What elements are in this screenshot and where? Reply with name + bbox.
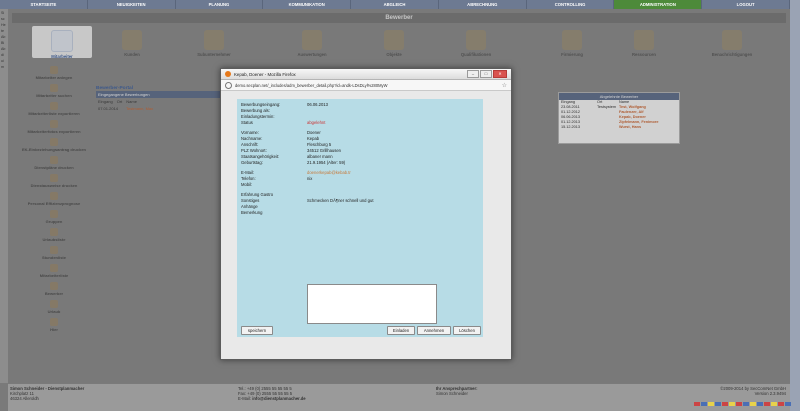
nav-startseite[interactable]: STARTSEITE [0, 0, 88, 9]
flag-icon[interactable] [750, 402, 756, 406]
field-value [307, 182, 479, 188]
field-bemerkung: Bemerkung [241, 210, 479, 216]
flag-icon[interactable] [764, 402, 770, 406]
delete-button[interactable]: Löschen [453, 326, 481, 335]
footer-email-line: E-Mail: info@dienstplanmacher.de [238, 396, 306, 401]
footer-ansprechpartner: Ihr Ansprechpartner: Simon Schneider [436, 386, 478, 396]
nav-abrechnung[interactable]: ABRECHNUNG [439, 0, 527, 9]
field-label: Status [241, 120, 253, 125]
left-strip-text-10: m [1, 65, 4, 69]
flag-icon[interactable] [778, 402, 784, 406]
flag-icon[interactable] [785, 402, 791, 406]
window-controls: – □ ✕ [467, 70, 507, 78]
url-bar[interactable]: demo.secplan.net/_includes/adm_bewerber_… [221, 80, 511, 91]
footer-contact-name: Simon Schneider [436, 391, 468, 396]
maximize-button[interactable]: □ [480, 70, 492, 78]
field-label: Mobil: [241, 182, 253, 187]
left-strip-text-9: ui [1, 59, 4, 63]
left-strip-text-7: Ab [1, 47, 6, 51]
left-strip-text-8: di [1, 53, 4, 57]
field-label: Bemerkung [241, 210, 263, 215]
footer-email-label: E-Mail: [238, 396, 252, 401]
nav-administration[interactable]: ADMINISTRATION [614, 0, 703, 9]
left-strip-text-5: Ab [1, 35, 6, 39]
window-title: Kepab, Doener - Mozilla Firefox [234, 71, 296, 77]
footer-city: 46324 Alleroldh [10, 396, 39, 401]
left-strip-text-1: Si [1, 11, 5, 15]
footer-version: Version 2.3.9494 [754, 391, 786, 396]
status-value: abgelehnt [307, 120, 326, 125]
nav-logout[interactable]: LOGOUT [702, 0, 791, 9]
url-text[interactable]: demo.secplan.net/_includes/adm_bewerber_… [235, 83, 387, 88]
nav-neuigkeiten[interactable]: NEUIGKEITEN [88, 0, 176, 9]
top-navbar: STARTSEITE NEUIGKEITEN PLANUNG KOMMUNIKA… [0, 0, 791, 9]
left-strip-text-6: Bi [1, 41, 5, 45]
flag-icon[interactable] [743, 402, 749, 406]
footer: Simon Schneider - Dienstplanmacher Kirch… [8, 384, 790, 411]
star-icon[interactable]: ☆ [502, 82, 507, 89]
flag-icon[interactable] [708, 402, 714, 406]
bemerkung-textarea[interactable] [307, 284, 437, 324]
nav-controlling[interactable]: CONTROLLING [527, 0, 615, 9]
left-strip-text-2: sc [1, 17, 5, 21]
footer-email[interactable]: info@dienstplanmacher.de [252, 396, 305, 401]
firefox-icon [225, 71, 231, 77]
flag-icon[interactable] [722, 402, 728, 406]
nav-abgleich[interactable]: ABGLEICH [351, 0, 439, 9]
footer-copyright: ©2009-2014 by SecComNet GmbH Version 2.3… [698, 386, 786, 396]
field-label: Geburtstag: [241, 160, 263, 165]
field-geburtstag: Geburtstag: 21.9.1954 (Alter: 59) [241, 160, 479, 166]
close-button[interactable]: ✕ [493, 70, 507, 78]
right-scroll-strip [790, 0, 800, 411]
flag-icon[interactable] [771, 402, 777, 406]
accept-button[interactable]: Annehmen [417, 326, 451, 335]
flag-icon[interactable] [694, 402, 700, 406]
field-mobil: Mobil: [241, 182, 479, 188]
save-button[interactable]: speichern [241, 326, 273, 335]
nav-kommunikation[interactable]: KOMMUNIKATION [263, 0, 352, 9]
flag-icon[interactable] [701, 402, 707, 406]
invite-button[interactable]: Einladen [387, 326, 415, 335]
flag-icon[interactable] [729, 402, 735, 406]
footer-contact-info: Tel.: +49 (0) 2555 55 55 55 5 Fax: +49 (… [238, 386, 306, 401]
minimize-button[interactable]: – [467, 70, 479, 78]
field-value: 21.9.1954 (Alter: 59) [307, 160, 346, 165]
applicant-form: Bewerbungseingang: 06.06.2013 Bewerbung a… [241, 102, 479, 216]
language-flags[interactable] [694, 402, 791, 406]
globe-icon [225, 81, 232, 89]
window-titlebar[interactable]: Kepab, Doener - Mozilla Firefox – □ ✕ [221, 69, 511, 80]
field-value [307, 210, 479, 216]
footer-address: Simon Schneider - Dienstplanmacher Kirch… [10, 386, 84, 401]
left-strip-text-3: He [1, 23, 6, 27]
flag-icon[interactable] [736, 402, 742, 406]
field-status: Status abgelehnt [241, 120, 479, 126]
applicant-detail-panel: Bewerbungseingang: 06.06.2013 Bewerbung a… [237, 99, 483, 337]
left-strip: Si sc He te Ab Bi Ab di ui m [0, 9, 8, 383]
left-strip-text-4: te [1, 29, 4, 33]
nav-planung[interactable]: PLANUNG [176, 0, 264, 9]
firefox-popup-window: Kepab, Doener - Mozilla Firefox – □ ✕ de… [220, 68, 512, 360]
flag-icon[interactable] [757, 402, 763, 406]
flag-icon[interactable] [715, 402, 721, 406]
